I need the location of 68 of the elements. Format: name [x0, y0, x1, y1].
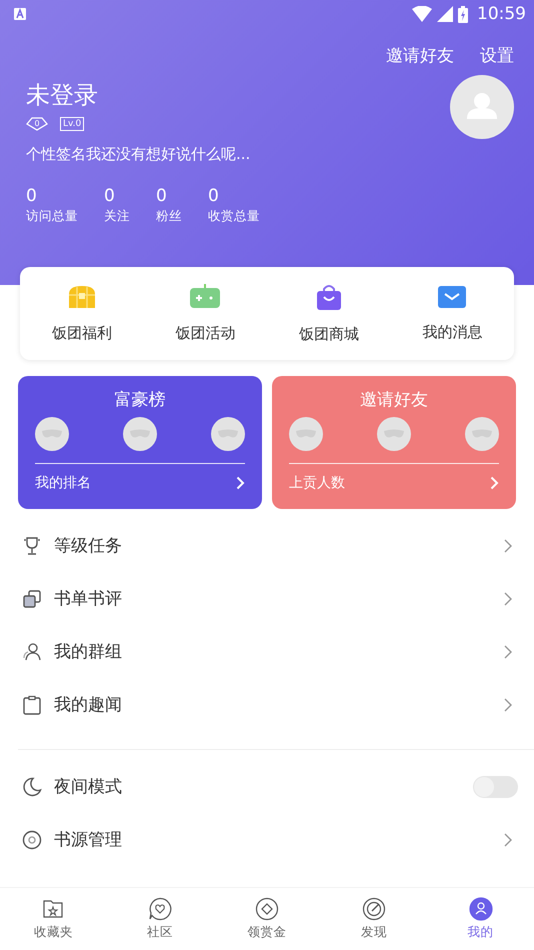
mask-avatar-icon [377, 417, 411, 451]
stat-label[interactable]: 关注 [104, 208, 156, 225]
stat-value: 0 [156, 186, 168, 206]
disc-icon [22, 830, 42, 850]
treasure-chest-icon [66, 284, 97, 310]
night-mode-toggle[interactable] [473, 776, 518, 798]
wifi-icon [412, 6, 432, 22]
compass-icon [362, 897, 386, 921]
menu-item[interactable]: 等级任务 [22, 519, 518, 572]
quick-link[interactable]: 饭团活动 [175, 324, 236, 343]
chevron-right-icon [504, 698, 512, 712]
settings-item[interactable]: 书源管理 [22, 813, 518, 866]
gem-badge: 0 [26, 117, 48, 131]
chevron-right-icon [504, 538, 512, 552]
stat-value: 0 [208, 186, 220, 206]
notification-icon [14, 8, 26, 20]
mask-avatar-icon [289, 417, 323, 451]
nav-tab[interactable]: 社区 [120, 897, 200, 941]
nav-tab[interactable]: 我的 [440, 897, 521, 941]
signal-icon [437, 6, 453, 22]
mask-avatar-icon [465, 417, 499, 451]
ranking-card[interactable]: 富豪榜 我的排名 [18, 376, 262, 509]
game-controller-icon [189, 284, 222, 310]
status-time: 10:59 [477, 4, 526, 24]
signature: 个性签名我还没有想好说什么呢... [26, 145, 250, 164]
stat-label[interactable]: 访问总量 [26, 208, 104, 225]
users-icon [22, 642, 42, 662]
clipboard-icon [22, 694, 42, 714]
card-footer-label: 我的排名 [35, 474, 91, 492]
quick-link[interactable]: 我的消息 [422, 323, 482, 342]
trophy-icon [22, 536, 42, 556]
menu-item[interactable]: 书单书评 [22, 572, 518, 625]
settings-item[interactable]: 夜间模式 [22, 760, 518, 813]
mask-avatar-icon [123, 417, 157, 451]
shopping-bag-icon [316, 283, 342, 311]
level-badge: Lv.0 [60, 117, 84, 131]
chevron-right-icon [504, 832, 512, 846]
moon-icon [22, 776, 42, 796]
stacked-squares-icon [22, 588, 42, 608]
stat-label[interactable]: 粉丝 [156, 208, 208, 225]
card-footer-label: 上贡人数 [289, 474, 345, 492]
chevron-right-icon [236, 476, 245, 490]
card-title: 邀请好友 [360, 389, 428, 411]
mask-avatar-icon [35, 417, 69, 451]
battery-icon [458, 6, 468, 22]
profile-icon [468, 897, 493, 921]
chevron-right-icon [504, 592, 512, 606]
mail-icon [437, 285, 468, 309]
avatar-icon[interactable] [450, 75, 514, 139]
nav-tab[interactable]: 发现 [334, 897, 414, 941]
header-link[interactable]: 邀请好友 [386, 44, 454, 67]
chevron-right-icon [504, 644, 512, 658]
menu-item[interactable]: 我的群组 [22, 625, 518, 678]
diamond-coin-icon [254, 897, 279, 921]
nav-tab[interactable]: 收藏夹 [13, 897, 94, 941]
stat-label[interactable]: 收赏总量 [208, 208, 260, 225]
heart-bubble-icon [148, 897, 172, 921]
username: 未登录 [26, 80, 99, 111]
stat-value: 0 [26, 186, 38, 206]
quick-link[interactable]: 饭团商城 [298, 325, 359, 344]
chevron-right-icon [490, 476, 499, 490]
mask-avatar-icon [211, 417, 245, 451]
stat-value: 0 [104, 186, 116, 206]
nav-tab[interactable]: 领赏金 [226, 897, 307, 941]
menu-item[interactable]: 我的趣闻 [22, 678, 518, 731]
header-link[interactable]: 设置 [480, 44, 514, 67]
card-title: 富豪榜 [114, 389, 166, 411]
quick-link[interactable]: 饭团福利 [52, 324, 112, 343]
